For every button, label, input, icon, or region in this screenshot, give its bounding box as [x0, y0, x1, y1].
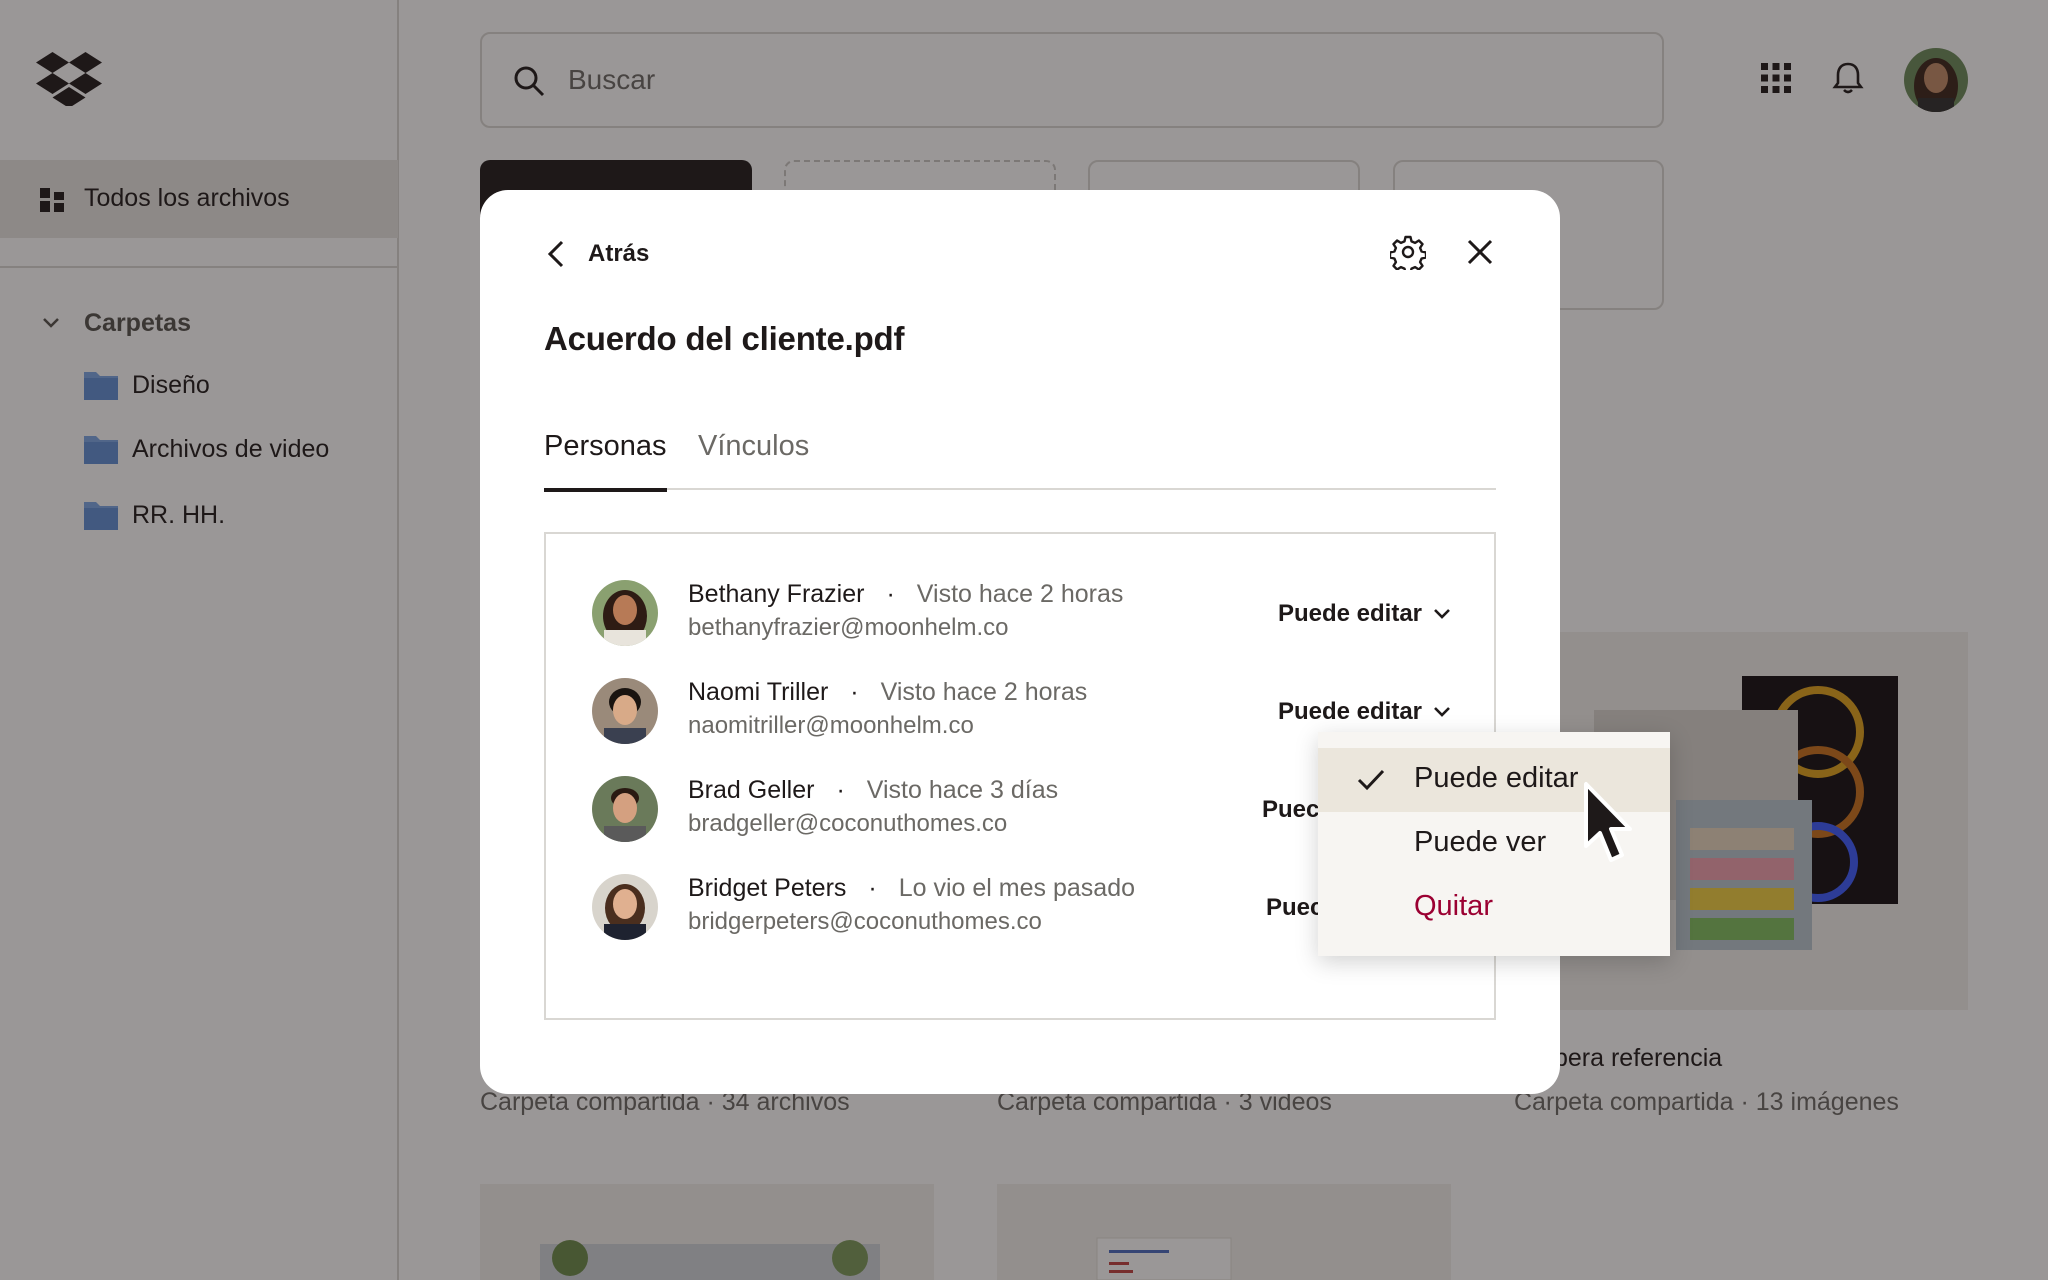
separator-dot: · — [886, 580, 895, 608]
last-seen: Visto hace 2 horas — [916, 580, 1124, 608]
back-label: Atrás — [588, 240, 650, 267]
person-name: Bridget Peters — [688, 874, 847, 902]
avatar — [592, 678, 658, 744]
permission-label: Puec — [1262, 796, 1320, 823]
menu-item-label: Puede editar — [1414, 762, 1579, 794]
separator-dot: · — [868, 874, 877, 902]
share-tabs: Personas Vínculos — [544, 430, 1496, 492]
close-icon[interactable] — [1462, 234, 1498, 270]
person-name: Bethany Frazier — [688, 580, 865, 608]
menu-item-label: Quitar — [1414, 890, 1493, 922]
last-seen: Visto hace 2 horas — [880, 678, 1088, 706]
person-name-line: Naomi Triller · Visto hace 2 horas — [688, 678, 1087, 707]
back-button[interactable]: Atrás — [544, 236, 649, 272]
list-item: Bethany Frazier · Visto hace 2 horas betha… — [592, 580, 1452, 646]
person-email: bradgeller@coconuthomes.co — [688, 810, 1008, 837]
last-seen: Lo vio el mes pasado — [898, 874, 1136, 902]
permission-label: Puede editar — [1277, 600, 1422, 627]
chevron-left-icon — [547, 240, 564, 268]
mouse-pointer-icon — [1584, 782, 1632, 862]
person-email: naomitriller@moonhelm.co — [688, 712, 974, 739]
avatar — [592, 580, 658, 646]
permission-label: Puec — [1266, 894, 1324, 921]
person-name-line: Brad Geller · Visto hace 3 días — [688, 776, 1058, 805]
separator-dot: · — [836, 776, 845, 804]
gear-icon[interactable] — [1390, 234, 1426, 270]
user-photo-icon — [592, 776, 658, 842]
person-name: Brad Geller — [688, 776, 815, 804]
permission-label: Puede editar — [1277, 698, 1422, 725]
file-title: Acuerdo del cliente.pdf — [544, 320, 905, 357]
share-modal: Atrás Acuerdo del cliente.pdf Personas V… — [480, 190, 1560, 1094]
separator-dot: · — [850, 678, 859, 706]
permission-dropdown[interactable]: Puec — [1266, 892, 1323, 924]
menu-item-quitar[interactable]: Quitar — [1318, 876, 1670, 940]
person-name: Naomi Triller — [688, 678, 829, 706]
chevron-down-icon — [1434, 707, 1450, 717]
person-email: bridgerpeters@coconuthomes.co — [688, 908, 1042, 935]
user-photo-icon — [592, 580, 658, 646]
permission-dropdown[interactable]: Puede editar — [1278, 696, 1452, 728]
chevron-down-icon — [1434, 609, 1450, 619]
person-name-line: Bethany Frazier · Visto hace 2 horas — [688, 580, 1123, 609]
person-email: bethanyfrazier@moonhelm.co — [688, 614, 1009, 641]
tab-personas[interactable]: Personas — [544, 430, 667, 492]
last-seen: Visto hace 3 días — [866, 776, 1059, 804]
user-photo-icon — [592, 678, 658, 744]
avatar — [592, 776, 658, 842]
avatar — [592, 874, 658, 940]
user-photo-icon — [592, 874, 658, 940]
checkmark-icon — [1357, 769, 1385, 791]
permission-dropdown[interactable]: Puede editar — [1278, 598, 1452, 630]
person-name-line: Bridget Peters · Lo vio el mes pasado — [688, 874, 1135, 903]
menu-item-label: Puede ver — [1414, 826, 1547, 858]
permission-dropdown[interactable]: Puec — [1262, 794, 1319, 826]
tab-vinculos[interactable]: Vínculos — [698, 430, 809, 490]
